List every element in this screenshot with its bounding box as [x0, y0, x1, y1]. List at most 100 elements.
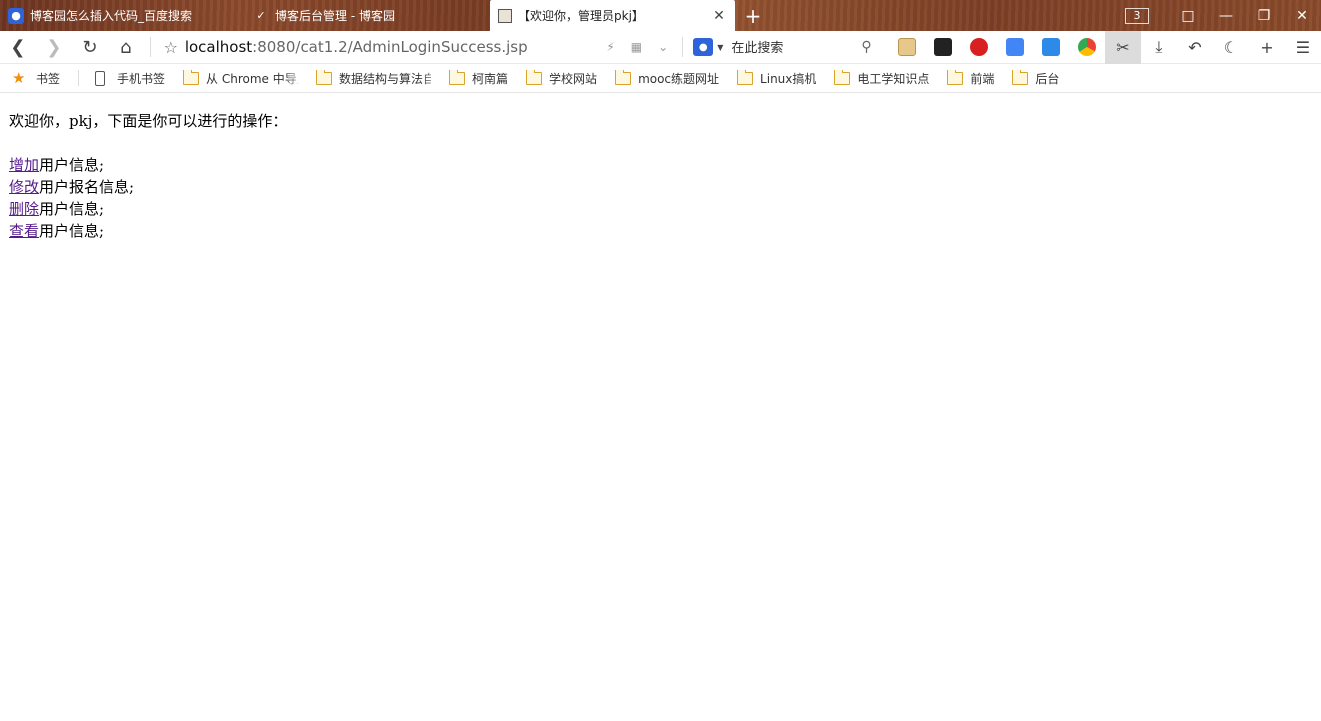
tampermonkey-button[interactable] [925, 31, 961, 64]
folder-icon [834, 69, 851, 85]
bookmark-label: 数据结构与算法自学 [339, 71, 432, 86]
back-arrow-icon: ❮ [10, 36, 26, 58]
bookmark-label: 手机书签 [117, 71, 166, 86]
skin-button[interactable]: □ [1169, 0, 1207, 31]
home-icon: ⌂ [120, 36, 132, 58]
download-button[interactable]: ⤓ [1141, 31, 1177, 64]
action-description: 用户信息; [39, 156, 105, 174]
bookmark-label: 从 Chrome 中导入 [206, 71, 298, 86]
search-box[interactable]: ● ▼ ⚲ [689, 31, 889, 64]
new-tab-button[interactable]: + [735, 0, 771, 31]
chrome-icon [1077, 38, 1096, 56]
translate-button[interactable] [997, 31, 1033, 64]
bookmark-folder[interactable]: mooc练题网址 [615, 69, 720, 87]
bookmark-mobile[interactable]: 手机书签 [95, 70, 165, 87]
layout-extension-button[interactable] [1033, 31, 1069, 64]
bookmark-divider [78, 70, 80, 86]
toolbar-divider [682, 37, 684, 57]
bookmark-star-icon[interactable]: ☆ [157, 38, 185, 57]
bookmark-folder[interactable]: 前端 [947, 69, 994, 87]
bookmark-folder[interactable]: 从 Chrome 中导入 [183, 69, 298, 87]
chrome-extension-button[interactable] [1069, 31, 1105, 64]
cnblogs-icon: ✓ [256, 9, 266, 22]
tab-strip: ● 博客园怎么插入代码_百度搜索 ✓ 博客后台管理 - 博客园 【欢迎你，管理员… [0, 0, 1321, 31]
action-item: 增加用户信息; [9, 154, 287, 176]
layout-grid-icon [1041, 38, 1060, 56]
screenshot-button[interactable]: ✂ [1104, 30, 1141, 64]
bookmarks-root[interactable]: ★ 书签 [12, 69, 60, 87]
tab-count-badge[interactable]: 3 [1125, 7, 1149, 24]
chevron-down-icon[interactable]: ⌄ [658, 40, 668, 54]
close-window-button[interactable]: ✕ [1283, 0, 1321, 31]
back-button[interactable]: ❮ [0, 31, 36, 64]
folder-icon [183, 69, 200, 85]
folder-icon [947, 69, 964, 85]
close-icon: ✕ [1296, 7, 1308, 24]
reload-icon: ↻ [82, 36, 98, 58]
restore-button[interactable]: ❐ [1245, 0, 1283, 31]
tampermonkey-icon [933, 38, 952, 56]
add-button[interactable]: + [1249, 31, 1285, 64]
shirt-icon: □ [1181, 7, 1195, 24]
address-actions: ⚡ ▦ ⌄ [606, 40, 676, 54]
lightning-icon[interactable]: ⚡ [606, 40, 614, 54]
tab-cnblogs-admin[interactable]: ✓ 博客后台管理 - 博客园 [245, 0, 490, 31]
tab-baidu-search[interactable]: ● 博客园怎么插入代码_百度搜索 [0, 0, 245, 31]
bookmark-folder[interactable]: 电工学知识点 [834, 69, 929, 87]
bookmarks-bar: ★ 书签 手机书签 从 Chrome 中导入 数据结构与算法自学 柯南篇 学校网… [0, 64, 1321, 93]
baidu-engine-icon[interactable]: ● [693, 38, 714, 56]
undo-button[interactable]: ↶ [1177, 31, 1213, 64]
welcome-message: 欢迎你，pkj，下面是你可以进行的操作： [9, 112, 288, 130]
baidu-paw-icon: ● [8, 7, 24, 24]
bookmark-folder[interactable]: Linux搞机 [737, 69, 817, 87]
engine-caret-icon[interactable]: ▼ [717, 43, 723, 52]
forward-button[interactable]: ❯ [36, 31, 72, 64]
window-controls: 3 □ — ❐ ✕ [1125, 0, 1321, 31]
tab-admin-welcome[interactable]: 【欢迎你，管理员pkj】 ✕ [490, 0, 735, 31]
minimize-button[interactable]: — [1207, 0, 1245, 31]
bookmark-folder[interactable]: 柯南篇 [449, 69, 508, 87]
edit-user-link[interactable]: 修改 [9, 178, 39, 196]
plus-icon: + [744, 3, 762, 28]
minimize-icon: — [1219, 7, 1233, 24]
scissors-icon: ✂ [1116, 37, 1130, 57]
action-item: 删除用户信息; [9, 198, 287, 220]
qr-code-icon[interactable]: ▦ [631, 40, 642, 54]
delete-user-link[interactable]: 删除 [9, 200, 39, 218]
url-path: :8080/cat1.2/AdminLoginSuccess.jsp [252, 38, 528, 56]
bookmark-folder[interactable]: 学校网站 [526, 69, 598, 87]
notes-extension-button[interactable] [889, 31, 925, 64]
close-tab-icon[interactable]: ✕ [711, 8, 727, 24]
translate-icon [1005, 38, 1024, 56]
adblock-button[interactable] [961, 31, 997, 64]
toolbar: ❮ ❯ ↻ ⌂ ☆ localhost:8080/cat1.2/AdminLog… [0, 30, 1321, 64]
view-user-link[interactable]: 查看 [9, 222, 39, 240]
action-item: 查看用户信息; [9, 220, 287, 242]
home-button[interactable]: ⌂ [108, 31, 144, 64]
star-icon: ★ [12, 69, 26, 87]
night-mode-button[interactable]: ☾ [1213, 31, 1249, 64]
tab-title: 博客园怎么插入代码_百度搜索 [30, 9, 193, 23]
action-description: 用户报名信息; [39, 178, 135, 196]
reload-button[interactable]: ↻ [72, 31, 108, 64]
bookmark-label: 学校网站 [549, 71, 598, 86]
bookmark-label: mooc练题网址 [638, 71, 720, 86]
search-input[interactable] [731, 39, 862, 55]
url-host: localhost [184, 38, 253, 56]
restore-icon: ❐ [1257, 7, 1271, 24]
page-icon [498, 8, 512, 23]
folder-icon [737, 69, 754, 85]
bookmark-folder[interactable]: 后台 [1012, 69, 1060, 87]
address-bar[interactable]: ☆ localhost:8080/cat1.2/AdminLoginSucces… [157, 31, 676, 64]
menu-button[interactable]: ☰ [1285, 31, 1321, 64]
undo-icon: ↶ [1188, 37, 1202, 57]
hand-stop-icon [969, 38, 988, 56]
notes-icon [897, 38, 916, 56]
bookmark-label: 后台 [1035, 71, 1060, 86]
add-user-link[interactable]: 增加 [9, 156, 39, 174]
bookmark-folder[interactable]: 数据结构与算法自学 [316, 69, 432, 87]
folder-icon [526, 69, 543, 85]
bookmark-label: Linux搞机 [760, 71, 817, 86]
url-text[interactable]: localhost:8080/cat1.2/AdminLoginSuccess.… [185, 38, 607, 56]
search-icon[interactable]: ⚲ [861, 39, 871, 55]
